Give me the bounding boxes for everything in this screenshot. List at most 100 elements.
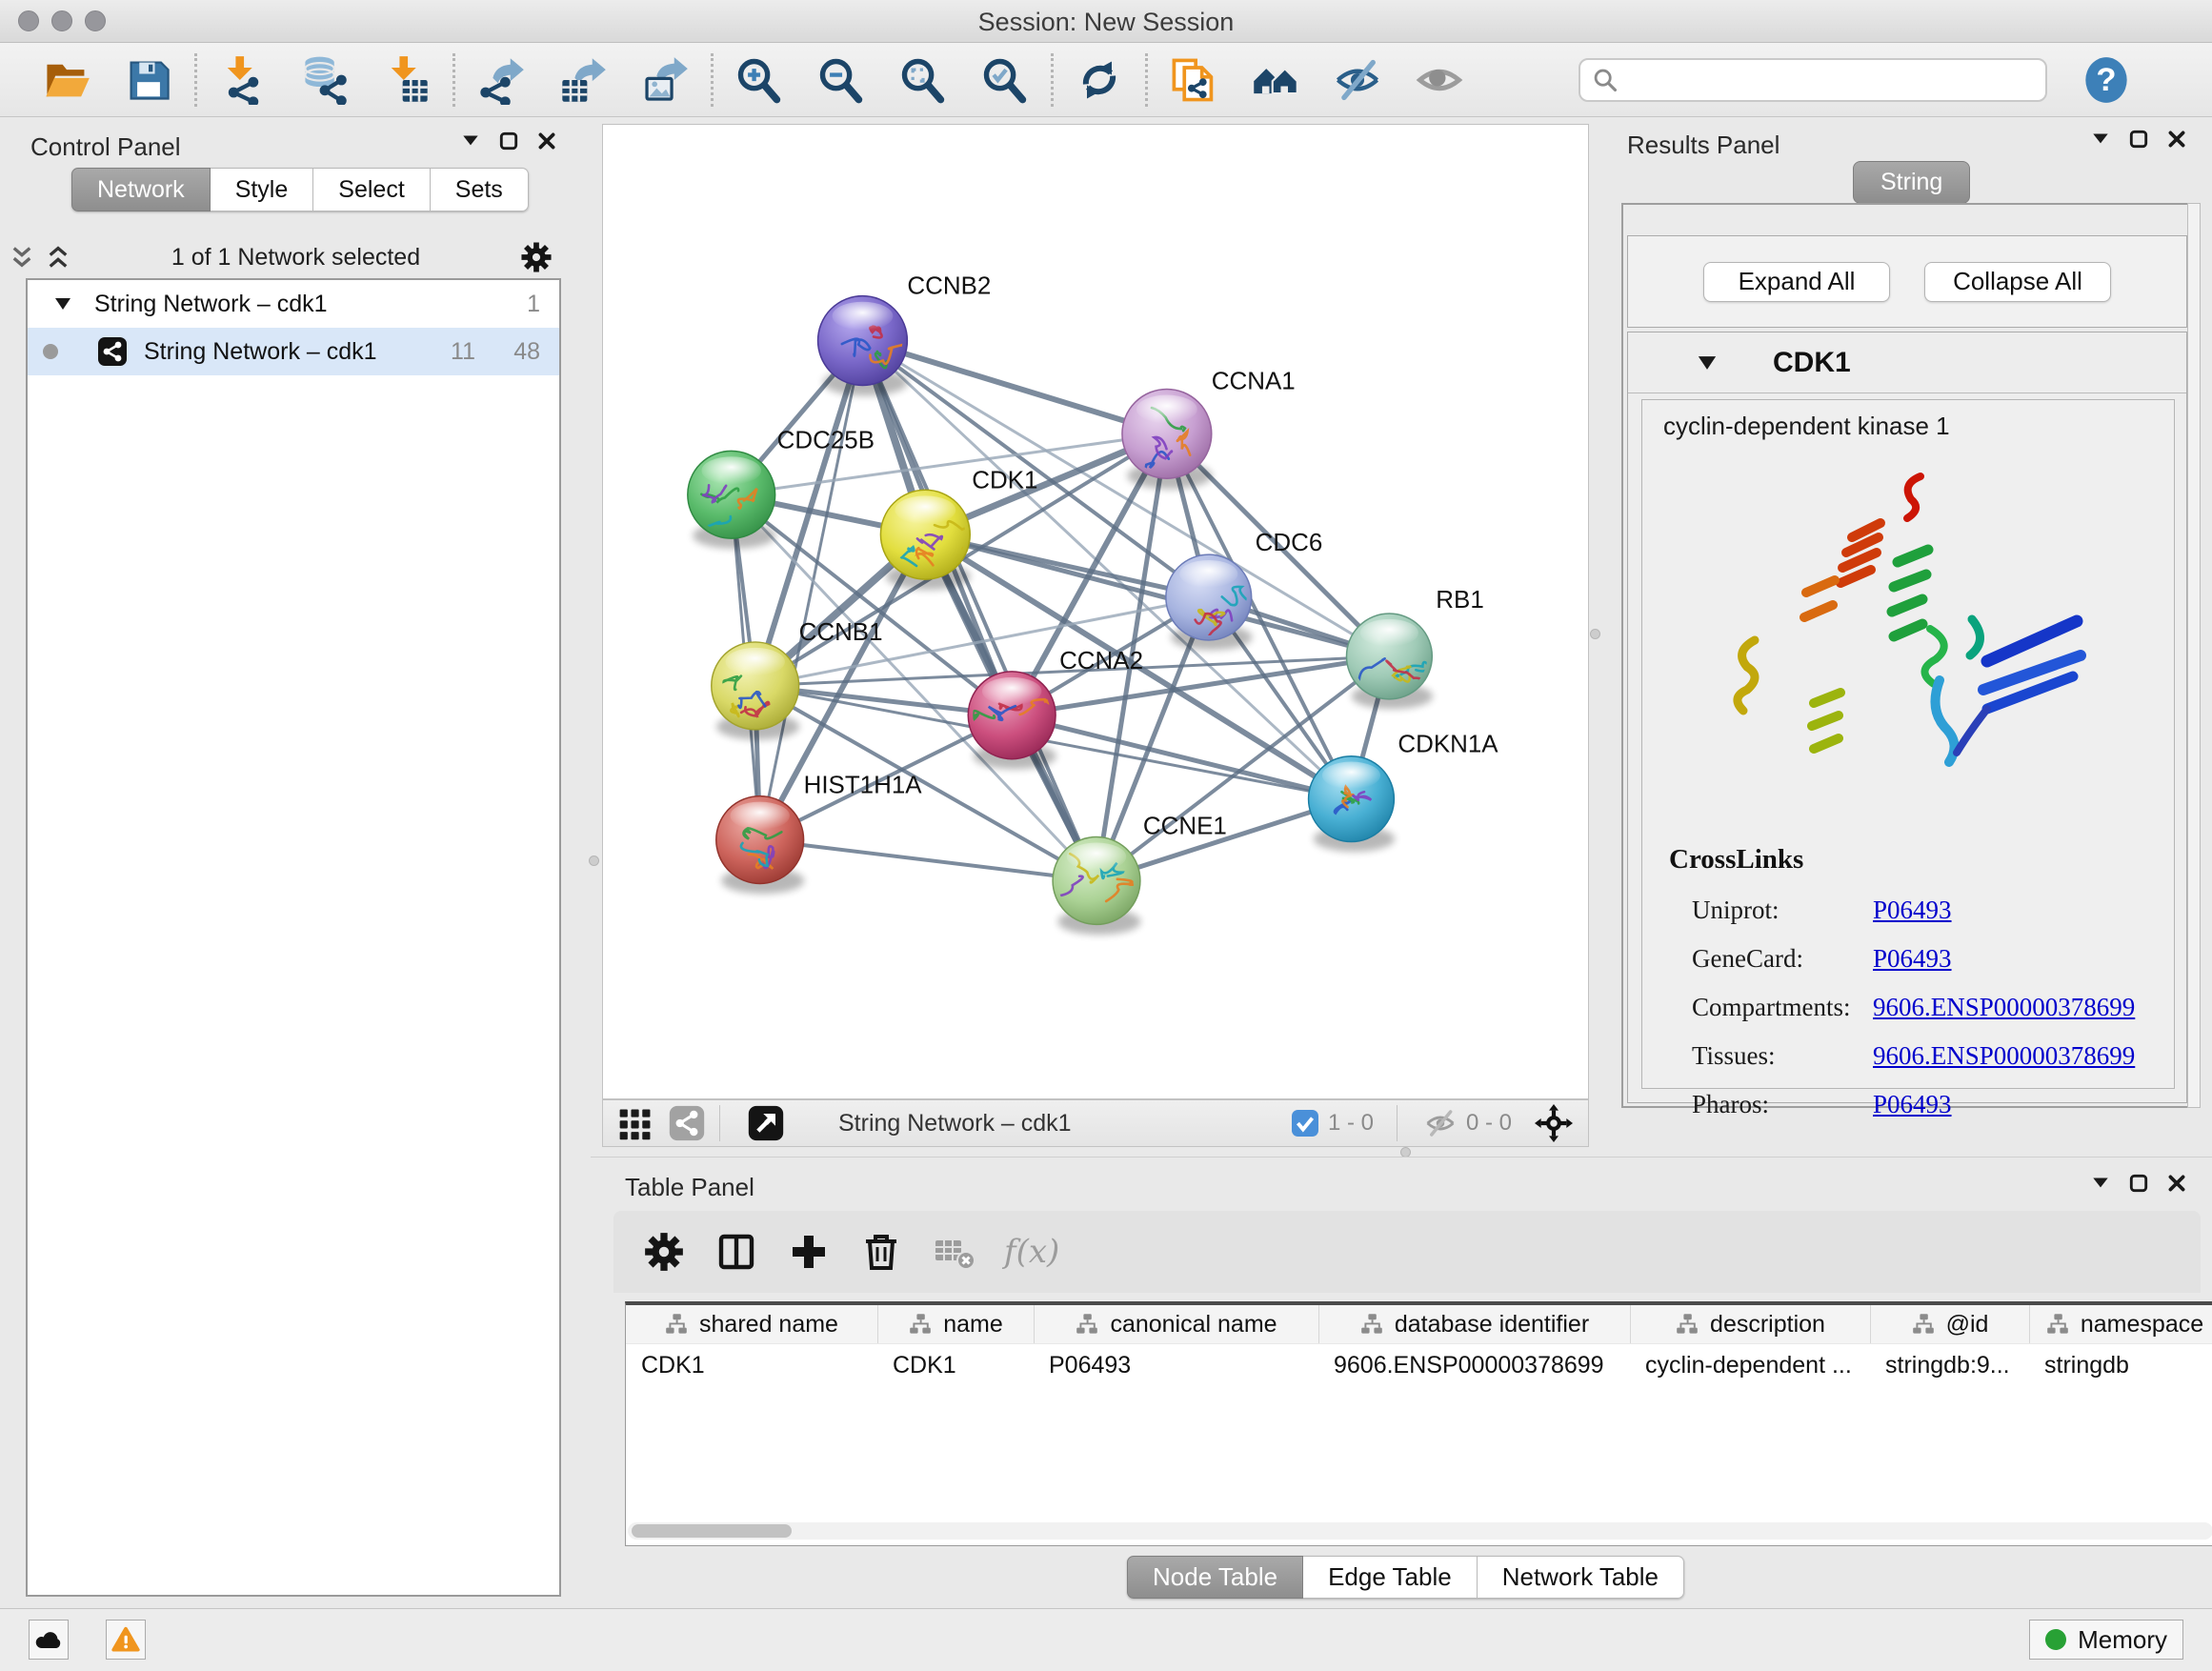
delete-table-icon[interactable] (932, 1230, 975, 1274)
zoom-in-icon[interactable] (734, 55, 784, 105)
float-panel-icon[interactable] (2128, 129, 2149, 150)
network-share-icon[interactable] (668, 1104, 706, 1142)
save-session-icon[interactable] (124, 55, 173, 105)
tab-select[interactable]: Select (313, 168, 430, 211)
table-cell-namespace[interactable]: stringdb (2029, 1344, 2212, 1386)
network-node-CCNE1[interactable] (1053, 837, 1141, 936)
column-header-namespace[interactable]: namespace (2029, 1305, 2212, 1343)
network-options-gear-icon[interactable] (519, 240, 553, 274)
first-neighbors-icon[interactable] (1169, 55, 1218, 105)
column-header-name[interactable]: name (877, 1305, 1034, 1343)
table-cell-database-identifier[interactable]: 9606.ENSP00000378699 (1318, 1344, 1630, 1386)
import-table-icon[interactable] (382, 55, 432, 105)
expand-all-button[interactable]: Expand All (1703, 262, 1890, 302)
tab-edge-table[interactable]: Edge Table (1303, 1556, 1478, 1599)
network-node-CCNA1[interactable] (1122, 389, 1212, 489)
network-node-CCNB1[interactable] (712, 642, 800, 740)
refresh-icon[interactable] (1075, 55, 1124, 105)
network-node-CDC6[interactable] (1166, 554, 1253, 650)
close-panel-icon[interactable] (2166, 1173, 2187, 1194)
network-node-CCNB2[interactable] (818, 296, 908, 396)
gene-section-header[interactable]: CDK1 (1628, 332, 2186, 393)
panel-menu-icon[interactable] (2090, 129, 2111, 150)
table-cell-shared-name[interactable]: CDK1 (626, 1344, 877, 1386)
panel-menu-icon[interactable] (460, 131, 481, 151)
zoom-selected-icon[interactable] (980, 55, 1030, 105)
network-node-CDK1[interactable] (880, 490, 975, 590)
column-header-shared-name[interactable]: shared name (626, 1305, 877, 1343)
zoom-fit-icon[interactable] (898, 55, 948, 105)
table-horizontal-scrollbar[interactable] (628, 1522, 2212, 1540)
export-image-icon[interactable] (640, 55, 690, 105)
collapse-all-icon[interactable] (8, 245, 36, 270)
delete-column-trash-icon[interactable] (859, 1230, 903, 1274)
table-cell-description[interactable]: cyclin-dependent ... (1630, 1344, 1870, 1386)
warnings-button[interactable] (106, 1620, 146, 1660)
panel-menu-icon[interactable] (2090, 1173, 2111, 1194)
float-panel-icon[interactable] (498, 131, 519, 151)
crosslink-compartments-link[interactable]: 9606.ENSP00000378699 (1873, 993, 2135, 1022)
results-scrollbar[interactable] (2187, 203, 2201, 1108)
scrollbar-thumb[interactable] (632, 1524, 792, 1538)
add-column-icon[interactable] (787, 1230, 831, 1274)
grid-view-icon[interactable] (616, 1104, 654, 1142)
column-header-database-identifier[interactable]: database identifier (1318, 1305, 1630, 1343)
horizontal-splitter[interactable] (591, 1147, 2212, 1157)
pan-crosshair-icon[interactable] (1535, 1104, 1573, 1142)
export-table-icon[interactable] (558, 55, 608, 105)
table-cell-canonical-name[interactable]: P06493 (1034, 1344, 1318, 1386)
selected-checkbox-icon[interactable] (1292, 1110, 1318, 1137)
open-session-icon[interactable] (42, 55, 91, 105)
crosslink-uniprot-link[interactable]: P06493 (1873, 896, 1952, 925)
hide-selected-eye-icon[interactable] (1333, 55, 1382, 105)
network-canvas[interactable]: CCNB2CCNA1CDC25BCDK1CDC6RB1CCNB1CCNA2CDK… (602, 124, 1589, 1099)
help-icon[interactable]: ? (2081, 55, 2131, 105)
network-node-RB1[interactable] (1341, 614, 1433, 709)
crosslink-pharos-link[interactable]: P06493 (1873, 1090, 1952, 1119)
column-header-description[interactable]: description (1630, 1305, 1870, 1343)
close-panel-icon[interactable] (536, 131, 557, 151)
network-edge[interactable] (760, 341, 863, 840)
crosslink-genecard-link[interactable]: P06493 (1873, 944, 1952, 974)
network-edge[interactable] (862, 341, 1166, 434)
tab-style[interactable]: Style (211, 168, 314, 211)
network-edge[interactable] (760, 840, 1096, 881)
export-network-icon[interactable] (476, 55, 526, 105)
memory-button[interactable]: Memory (2029, 1620, 2183, 1660)
section-collapse-icon[interactable] (1697, 355, 1718, 371)
close-panel-icon[interactable] (2166, 129, 2187, 150)
search-input[interactable] (1626, 67, 2034, 93)
collapse-all-button[interactable]: Collapse All (1924, 262, 2111, 302)
column-header-canonical-name[interactable]: canonical name (1034, 1305, 1318, 1343)
zoom-out-icon[interactable] (816, 55, 866, 105)
tab-network-table[interactable]: Network Table (1478, 1556, 1684, 1599)
table-options-gear-icon[interactable] (642, 1230, 686, 1274)
left-splitter[interactable] (586, 117, 602, 1147)
expand-all-icon[interactable] (44, 245, 72, 270)
network-node-HIST1H1A[interactable] (716, 796, 805, 895)
collection-expand-icon[interactable] (54, 297, 71, 311)
right-splitter[interactable] (1589, 117, 1601, 1147)
network-node-CDKN1A[interactable] (1309, 756, 1396, 852)
table-cell--id[interactable]: stringdb:9... (1870, 1344, 2029, 1386)
tab-sets[interactable]: Sets (431, 168, 529, 211)
graphics-details-houses-icon[interactable] (1251, 55, 1300, 105)
show-eye-icon[interactable] (1415, 55, 1464, 105)
column-header--id[interactable]: @id (1870, 1305, 2029, 1343)
import-network-file-icon[interactable] (218, 55, 268, 105)
table-cell-name[interactable]: CDK1 (877, 1344, 1034, 1386)
network-row[interactable]: String Network – cdk1 11 48 (28, 328, 559, 375)
float-panel-icon[interactable] (2128, 1173, 2149, 1194)
network-node-CDC25B[interactable] (688, 451, 776, 549)
tab-string[interactable]: String (1853, 161, 1970, 204)
tab-network[interactable]: Network (71, 168, 211, 211)
show-columns-icon[interactable] (714, 1230, 758, 1274)
table-row[interactable]: CDK1CDK1P064939606.ENSP00000378699cyclin… (626, 1343, 2212, 1386)
import-network-database-icon[interactable] (300, 55, 350, 105)
tab-node-table[interactable]: Node Table (1127, 1556, 1303, 1599)
crosslink-tissues-link[interactable]: 9606.ENSP00000378699 (1873, 1041, 2135, 1071)
function-builder-icon[interactable]: f(x) (1004, 1233, 1059, 1271)
birdseye-view-icon[interactable] (747, 1104, 785, 1142)
network-edge[interactable] (862, 341, 1096, 881)
network-collection-row[interactable]: String Network – cdk1 1 (28, 280, 559, 328)
